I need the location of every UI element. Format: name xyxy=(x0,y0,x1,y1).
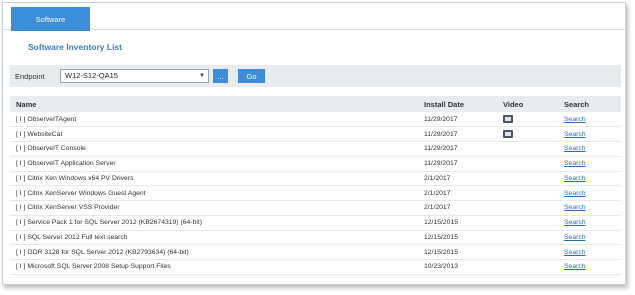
search-cell: Search xyxy=(558,141,621,157)
install-date: 12/15/2015 xyxy=(418,244,497,260)
table-row: [ I ] SQL Server 2012 Full text search 12… xyxy=(10,230,621,246)
install-date: 11/29/2017 xyxy=(418,126,497,142)
table-row: [ I ] ObserveIT Console 11/29/2017 Search xyxy=(10,141,621,157)
tab-bar: Software xyxy=(3,3,625,31)
search-cell: Search xyxy=(558,244,621,260)
table-row: [ I ] Service Pack 1 for SQL Server 2012… xyxy=(10,215,621,231)
column-header-install-date[interactable]: Install Date xyxy=(418,96,497,112)
software-name: [ I ] Service Pack 1 for SQL Server 2012… xyxy=(10,215,418,231)
video-cell xyxy=(497,230,558,246)
table-row: [ I ] Citrix XenServer VSS Provider 2/1/2… xyxy=(10,200,621,216)
table-row: [ I ] Citrix XenServer Windows Guest Age… xyxy=(10,185,621,201)
video-cell xyxy=(497,126,558,142)
column-header-video: Video xyxy=(497,96,558,112)
endpoint-select-value: W12-S12-QA15 xyxy=(65,71,118,80)
video-icon[interactable] xyxy=(503,115,513,124)
endpoint-label: Endpoint xyxy=(15,71,45,81)
install-date: 2/1/2017 xyxy=(418,200,497,216)
video-cell xyxy=(497,171,558,187)
search-link[interactable]: Search xyxy=(564,249,586,256)
search-cell: Search xyxy=(558,230,621,246)
search-cell: Search xyxy=(558,215,621,231)
software-name: [ I ] ObserveIT Console xyxy=(10,141,418,157)
search-cell: Search xyxy=(558,200,621,216)
column-header-search: Search xyxy=(558,96,621,112)
software-name: [ I ] SQL Server 2012 Full text search xyxy=(10,230,418,246)
install-date: 10/23/2013 xyxy=(418,259,497,275)
install-date: 11/29/2017 xyxy=(418,156,497,172)
search-link[interactable]: Search xyxy=(564,204,586,211)
page-title: Software Inventory List xyxy=(28,42,122,52)
software-name: [ I ] GDR 3128 for SQL Server 2012 (KB27… xyxy=(10,244,418,260)
video-cell xyxy=(497,215,558,231)
filter-bar: Endpoint W12-S12-QA15 ▼ ... Go xyxy=(10,65,621,87)
video-cell xyxy=(497,185,558,201)
chevron-down-icon: ▼ xyxy=(199,73,205,79)
install-date: 2/1/2017 xyxy=(418,171,497,187)
install-date: 11/29/2017 xyxy=(418,141,497,157)
video-cell xyxy=(497,259,558,275)
search-link[interactable]: Search xyxy=(564,116,586,123)
search-link[interactable]: Search xyxy=(564,175,586,182)
search-cell: Search xyxy=(558,171,621,187)
search-link[interactable]: Search xyxy=(564,263,586,270)
table-body: [ I ] ObserveITAgent 11/29/2017 Search[ I … xyxy=(10,112,621,275)
software-name: [ I ] ObserveITAgent xyxy=(10,112,418,128)
video-cell xyxy=(497,141,558,157)
search-link[interactable]: Search xyxy=(564,145,586,152)
software-name: [ I ] Microsoft SQL Server 2008 Setup Su… xyxy=(10,259,418,275)
search-link[interactable]: Search xyxy=(564,219,586,226)
search-link[interactable]: Search xyxy=(564,190,586,197)
video-cell xyxy=(497,244,558,260)
search-link[interactable]: Search xyxy=(564,160,586,167)
software-name: [ I ] Citrix Xen Windows x64 PV Drivers xyxy=(10,171,418,187)
table-header-row: Name Install Date Video Search xyxy=(10,96,621,112)
install-date: 12/15/2015 xyxy=(418,215,497,231)
search-cell: Search xyxy=(558,112,621,128)
video-cell xyxy=(497,112,558,128)
table-row: [ I ] GDR 3128 for SQL Server 2012 (KB27… xyxy=(10,244,621,260)
search-cell: Search xyxy=(558,259,621,275)
table-row: [ I ] Citrix Xen Windows x64 PV Drivers 2… xyxy=(10,171,621,187)
browse-endpoint-button[interactable]: ... xyxy=(213,69,228,83)
software-table: Name Install Date Video Search [ I ] Obs… xyxy=(10,96,621,275)
software-name: [ I ] WebsiteCat xyxy=(10,126,418,142)
table-row: [ I ] ObserveITAgent 11/29/2017 Search xyxy=(10,112,621,128)
video-cell xyxy=(497,200,558,216)
search-link[interactable]: Search xyxy=(564,234,586,241)
video-cell xyxy=(497,156,558,172)
search-cell: Search xyxy=(558,185,621,201)
search-link[interactable]: Search xyxy=(564,131,586,138)
install-date: 12/15/2015 xyxy=(418,230,497,246)
search-cell: Search xyxy=(558,126,621,142)
software-name: [ I ] ObserveIT Application Server xyxy=(10,156,418,172)
table-row: [ I ] Microsoft SQL Server 2008 Setup Su… xyxy=(10,259,621,275)
install-date: 2/1/2017 xyxy=(418,185,497,201)
endpoint-select[interactable]: W12-S12-QA15 ▼ xyxy=(60,69,209,83)
install-date: 11/29/2017 xyxy=(418,112,497,128)
table-row: [ I ] ObserveIT Application Server 11/29/… xyxy=(10,156,621,172)
tab-software[interactable]: Software xyxy=(11,7,90,31)
software-name: [ I ] Citrix XenServer Windows Guest Age… xyxy=(10,185,418,201)
video-icon[interactable] xyxy=(503,130,513,139)
search-cell: Search xyxy=(558,156,621,172)
software-panel: Software Software Inventory List Endpoin… xyxy=(2,2,626,285)
table-row: [ I ] WebsiteCat 11/29/2017 Search xyxy=(10,126,621,142)
go-button[interactable]: Go xyxy=(238,69,265,83)
column-header-name[interactable]: Name xyxy=(10,96,418,112)
software-name: [ I ] Citrix XenServer VSS Provider xyxy=(10,200,418,216)
